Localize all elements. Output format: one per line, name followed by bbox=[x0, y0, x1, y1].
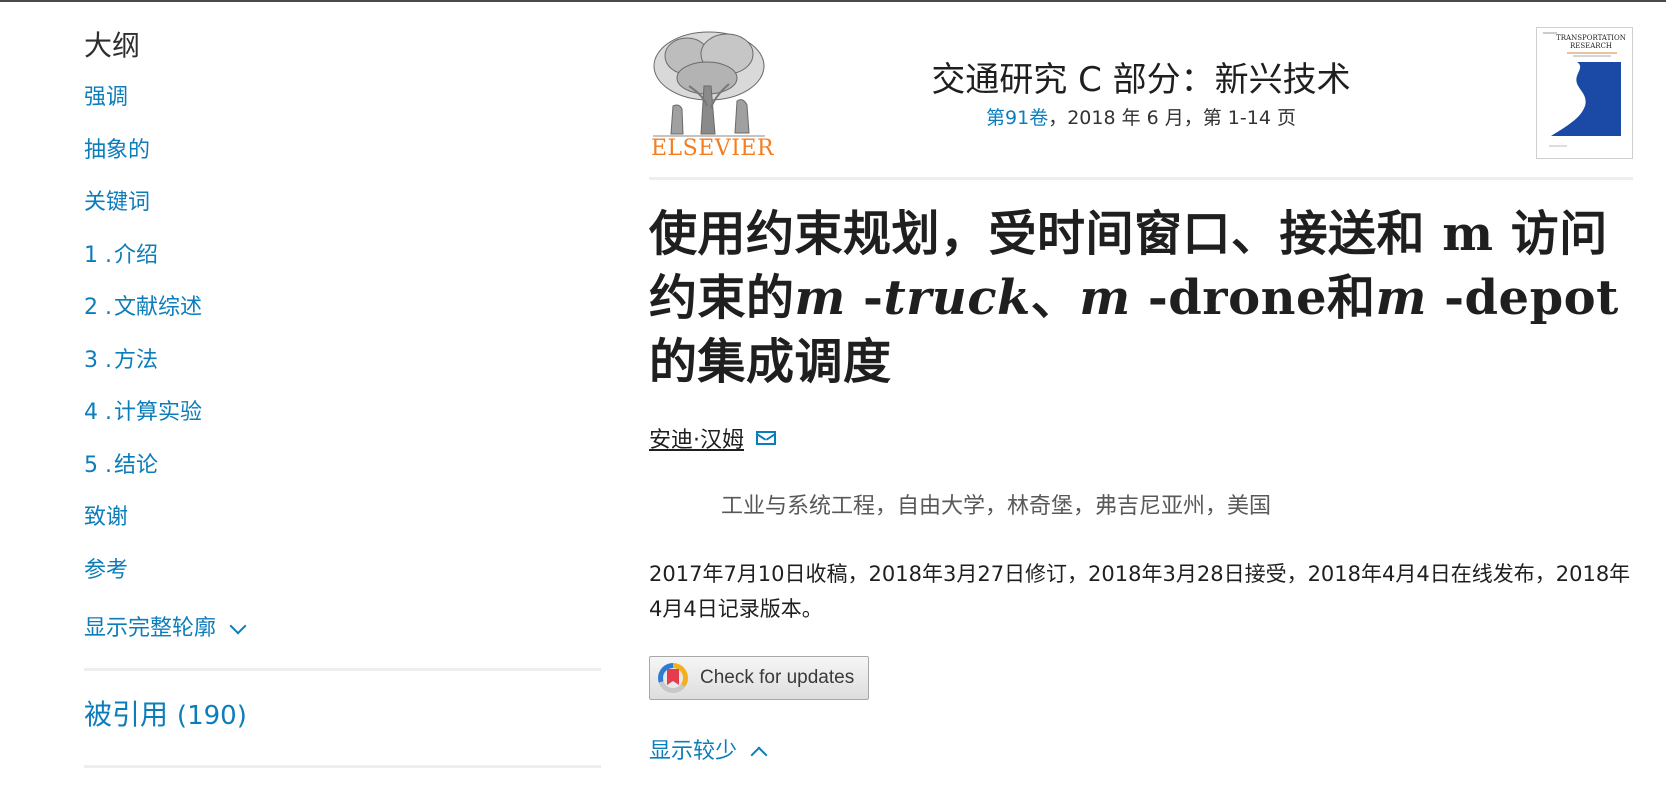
outline-item-label: 致谢 bbox=[84, 505, 129, 530]
journal-title[interactable]: 交通研究 C 部分：新兴技术 bbox=[649, 58, 1633, 102]
title-text: 、 bbox=[1030, 270, 1080, 326]
sidebar-divider bbox=[84, 668, 601, 671]
cover-title-line-2: RESEARCH bbox=[1570, 42, 1612, 50]
check-for-updates-button[interactable]: Check for updates bbox=[649, 656, 869, 700]
section-number: 1 . bbox=[84, 242, 112, 268]
author-row: 安迪·汉姆 bbox=[649, 422, 1633, 454]
show-less-label: 显示较少 bbox=[649, 739, 738, 764]
check-for-updates-label: Check for updates bbox=[700, 667, 855, 688]
outline-item-label: 关键词 bbox=[84, 190, 151, 215]
title-math-m: m bbox=[1375, 270, 1427, 326]
outline-item-experiments[interactable]: 4 .计算实验 bbox=[84, 398, 601, 451]
journal-cover-icon: TRANSPORTATION RESEARCH bbox=[1537, 28, 1632, 158]
outline-item-label: 计算实验 bbox=[113, 400, 202, 425]
cited-by-link[interactable]: 被引用 (190) bbox=[84, 695, 601, 735]
title-text: -drone和 bbox=[1130, 270, 1376, 326]
article-history-dates: 2017年7月10日收稿，2018年3月27日修订，2018年3月28日接受，2… bbox=[649, 562, 1631, 621]
article-main: ELSEVIER 交通研究 C 部分：新兴技术 第91卷，2018 年 6 月，… bbox=[649, 26, 1633, 769]
cover-title-line-1: TRANSPORTATION bbox=[1556, 34, 1626, 42]
author-link[interactable]: 安迪·汉姆 bbox=[649, 422, 744, 454]
email-icon[interactable] bbox=[756, 431, 776, 445]
section-number: 5 . bbox=[84, 452, 112, 478]
sidebar-divider bbox=[84, 765, 601, 768]
chevron-down-icon bbox=[229, 617, 247, 635]
publication-header: ELSEVIER 交通研究 C 部分：新兴技术 第91卷，2018 年 6 月，… bbox=[649, 26, 1633, 161]
issue-details: ，2018 年 6 月，第 1-14 页 bbox=[1048, 107, 1296, 129]
outline-sidebar: 大纲 强调 抽象的 关键词 1 .介绍 2 .文献综述 3 .方法 4 .计算实… bbox=[84, 26, 601, 768]
outline-item-introduction[interactable]: 1 .介绍 bbox=[84, 241, 601, 294]
title-italic-truck: truck bbox=[883, 270, 1031, 326]
outline-item-acknowledgements[interactable]: 致谢 bbox=[84, 503, 601, 556]
top-border bbox=[0, 0, 1666, 2]
outline-item-keywords[interactable]: 关键词 bbox=[84, 188, 601, 241]
outline-item-label: 文献综述 bbox=[113, 295, 202, 320]
journal-info: 交通研究 C 部分：新兴技术 第91卷，2018 年 6 月，第 1-14 页 bbox=[649, 58, 1633, 132]
outline-item-methods[interactable]: 3 .方法 bbox=[84, 346, 601, 399]
outline-heading: 大纲 bbox=[84, 29, 141, 62]
title-math-m: m bbox=[1079, 270, 1131, 326]
title-math-m: m bbox=[794, 270, 846, 326]
section-number: 4 . bbox=[84, 400, 112, 425]
issue-info: 第91卷，2018 年 6 月，第 1-14 页 bbox=[649, 104, 1633, 132]
outline-item-label: 强调 bbox=[84, 85, 129, 110]
article-title: 使用约束规划，受时间窗口、接送和 m 访问约束的m -truck、m -dron… bbox=[649, 202, 1633, 394]
outline-item-references[interactable]: 参考 bbox=[84, 556, 601, 609]
outline-list: 强调 抽象的 关键词 1 .介绍 2 .文献综述 3 .方法 4 .计算实验 5… bbox=[84, 83, 601, 608]
title-text: - bbox=[845, 270, 884, 326]
outline-item-highlights[interactable]: 强调 bbox=[84, 83, 601, 136]
outline-item-conclusion[interactable]: 5 .结论 bbox=[84, 451, 601, 504]
show-full-outline-button[interactable]: 显示完整轮廓 bbox=[84, 612, 247, 646]
outline-item-label: 抽象的 bbox=[84, 137, 151, 163]
outline-item-label: 参考 bbox=[84, 557, 129, 583]
journal-cover-image[interactable]: TRANSPORTATION RESEARCH bbox=[1536, 27, 1633, 159]
header-divider bbox=[649, 177, 1633, 180]
outline-item-literature-review[interactable]: 2 .文献综述 bbox=[84, 293, 601, 346]
outline-item-label: 介绍 bbox=[113, 242, 158, 268]
outline-item-label: 结论 bbox=[113, 452, 158, 478]
volume-link[interactable]: 第91卷 bbox=[986, 107, 1048, 129]
crossmark-icon bbox=[658, 663, 688, 693]
outline-item-label: 方法 bbox=[113, 347, 158, 373]
section-number: 2 . bbox=[84, 295, 112, 320]
show-full-outline-label: 显示完整轮廓 bbox=[84, 616, 217, 641]
outline-item-abstract[interactable]: 抽象的 bbox=[84, 136, 601, 189]
show-less-button[interactable]: 显示较少 bbox=[649, 735, 768, 769]
cited-by-count: (190) bbox=[176, 701, 247, 731]
cited-by-label: 被引用 bbox=[84, 698, 169, 731]
author-affiliation: 工业与系统工程，自由大学，林奇堡，弗吉尼亚州，美国 bbox=[721, 494, 1272, 519]
chevron-up-icon bbox=[750, 746, 768, 764]
elsevier-wordmark: ELSEVIER bbox=[651, 136, 775, 161]
section-number: 3 . bbox=[84, 347, 112, 373]
